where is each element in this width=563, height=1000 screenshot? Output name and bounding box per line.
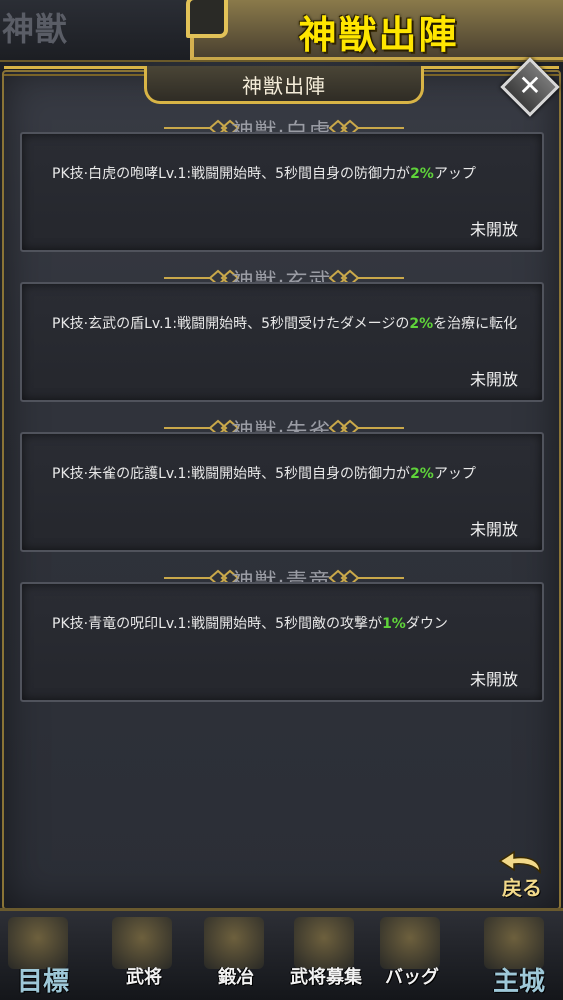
recruit-icon bbox=[294, 917, 354, 969]
nav-castle[interactable]: 主城 bbox=[476, 911, 562, 1000]
skill-description: PK技·玄武の盾Lv.1:戦闘開始時、5秒間受けたダメージの2%を治療に転化 bbox=[52, 316, 518, 332]
status-badge: 未開放 bbox=[469, 370, 518, 389]
general-icon bbox=[112, 917, 172, 969]
effect-value: 2% bbox=[410, 166, 434, 182]
screen-title: 神獣 bbox=[2, 10, 69, 48]
nav-label: 鍛冶 bbox=[218, 967, 254, 988]
skill-card-byakko: PK技·白虎の咆哮Lv.1:戦闘開始時、5秒間自身の防御力が2%アップ 未開放 bbox=[20, 132, 544, 252]
nav-label: 武将募集 bbox=[290, 967, 362, 988]
effect-value: 1% bbox=[382, 616, 406, 632]
bottom-nav: 目標 武将 鍛冶 武将募集 バッグ 主城 bbox=[0, 908, 563, 1000]
nav-recruit[interactable]: 武将募集 bbox=[280, 911, 372, 1000]
nav-label: 武将 bbox=[126, 967, 162, 988]
status-badge: 未開放 bbox=[469, 670, 518, 689]
title-banner: 神獣出陣 bbox=[190, 0, 563, 60]
effect-value: 2% bbox=[410, 466, 434, 482]
status-badge: 未開放 bbox=[469, 520, 518, 539]
effect-value: 2% bbox=[409, 316, 434, 332]
skill-card-suzaku: PK技·朱雀の庇護Lv.1:戦闘開始時、5秒間自身の防御力が2%アップ 未開放 bbox=[20, 432, 544, 552]
banner-ornament-icon bbox=[186, 0, 228, 38]
back-button[interactable]: 戻る bbox=[492, 850, 552, 908]
nav-goal[interactable]: 目標 bbox=[0, 911, 86, 1000]
skill-description: PK技·朱雀の庇護Lv.1:戦闘開始時、5秒間自身の防御力が2%アップ bbox=[52, 466, 476, 482]
dialog-title-plaque: 神獣出陣 bbox=[144, 66, 424, 104]
close-icon[interactable]: ✕ bbox=[513, 69, 547, 103]
anvil-icon bbox=[204, 917, 264, 969]
dialog-title: 神獣出陣 bbox=[242, 74, 326, 98]
nav-label: バッグ bbox=[385, 967, 439, 988]
nav-label: 主城 bbox=[492, 967, 545, 997]
nav-generals[interactable]: 武将 bbox=[104, 911, 184, 1000]
nav-forge[interactable]: 鍛冶 bbox=[196, 911, 276, 1000]
back-label: 戻る bbox=[502, 876, 542, 900]
nav-label: 目標 bbox=[16, 967, 69, 997]
skill-description: PK技·白虎の咆哮Lv.1:戦闘開始時、5秒間自身の防御力が2%アップ bbox=[52, 166, 476, 182]
banner-title: 神獣出陣 bbox=[298, 13, 459, 57]
top-bar: 神獣 神獣出陣 bbox=[0, 0, 563, 62]
divine-beast-dialog: 神獣出陣 ✕ 神獣·白虎 PK技·白虎の咆哮Lv.1:戦闘開始時、5秒間自身の防… bbox=[2, 57, 561, 910]
screen: 神獣 神獣出陣 神獣出陣 ✕ 神獣·白虎 PK技·白虎の咆哮Lv bbox=[0, 0, 563, 1000]
skill-card-genbu: PK技·玄武の盾Lv.1:戦闘開始時、5秒間受けたダメージの2%を治療に転化 未… bbox=[20, 282, 544, 402]
nav-bag[interactable]: バッグ bbox=[372, 911, 452, 1000]
skill-card-seiryu: PK技·青竜の呪印Lv.1:戦闘開始時、5秒間敵の攻撃が1%ダウン 未開放 bbox=[20, 582, 544, 702]
bag-icon bbox=[380, 917, 440, 969]
skill-description: PK技·青竜の呪印Lv.1:戦闘開始時、5秒間敵の攻撃が1%ダウン bbox=[52, 616, 448, 632]
status-badge: 未開放 bbox=[469, 220, 518, 239]
